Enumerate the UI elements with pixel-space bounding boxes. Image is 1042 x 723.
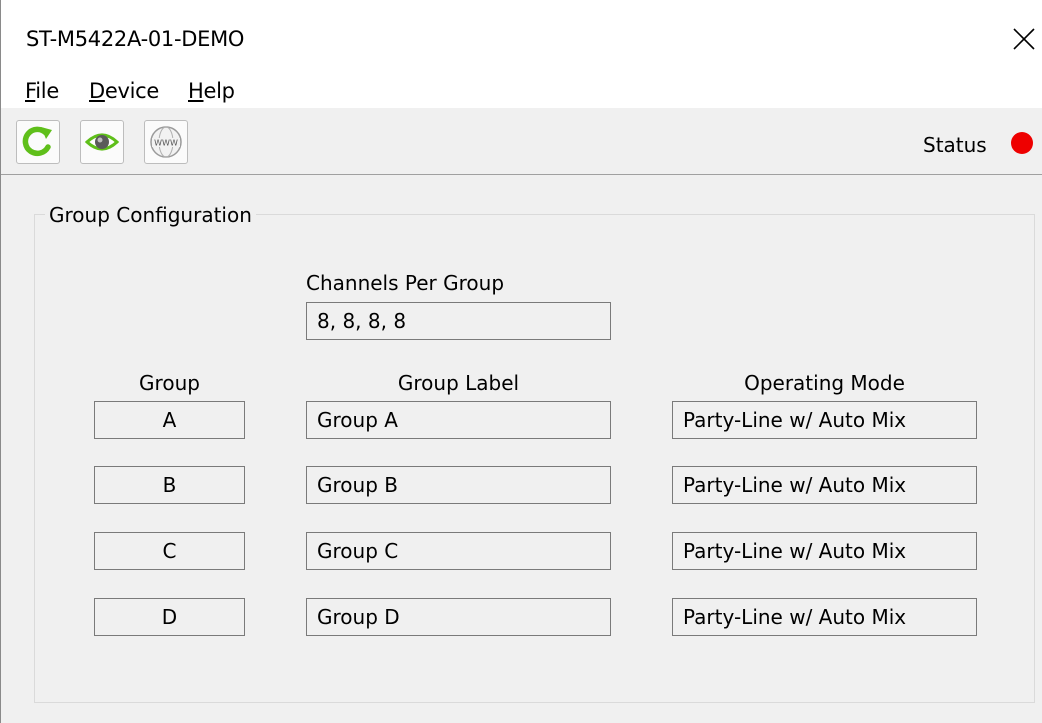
group-id-field[interactable]: D bbox=[94, 598, 245, 636]
www-icon: WWW bbox=[150, 126, 182, 158]
operating-mode-field[interactable]: Party-Line w/ Auto Mix bbox=[672, 466, 977, 504]
group-label-field[interactable]: Group A bbox=[306, 401, 611, 439]
group-id-field[interactable]: C bbox=[94, 532, 245, 570]
close-icon[interactable] bbox=[1009, 24, 1039, 54]
group-label-field[interactable]: Group B bbox=[306, 466, 611, 504]
menu-bar: File Device Help bbox=[1, 74, 1042, 108]
group-id-field[interactable]: B bbox=[94, 466, 245, 504]
status-label: Status bbox=[923, 133, 987, 157]
channels-per-group-field[interactable]: 8, 8, 8, 8 bbox=[306, 302, 611, 340]
group-label-field[interactable]: Group C bbox=[306, 532, 611, 570]
group-id-field[interactable]: A bbox=[94, 401, 245, 439]
app-window: ST-M5422A-01-DEMO File Device Help WWW S… bbox=[0, 0, 1042, 723]
operating-mode-field[interactable]: Party-Line w/ Auto Mix bbox=[672, 598, 977, 636]
operating-mode-field[interactable]: Party-Line w/ Auto Mix bbox=[672, 532, 977, 570]
window-title: ST-M5422A-01-DEMO bbox=[26, 27, 245, 51]
menu-help[interactable]: Help bbox=[188, 79, 235, 103]
eye-icon bbox=[85, 133, 119, 151]
status-indicator bbox=[1011, 132, 1033, 154]
web-button[interactable]: WWW bbox=[144, 120, 188, 164]
title-bar: ST-M5422A-01-DEMO bbox=[1, 0, 1042, 74]
menu-device[interactable]: Device bbox=[89, 79, 159, 103]
group-configuration-title: Group Configuration bbox=[45, 203, 256, 227]
svg-text:WWW: WWW bbox=[154, 139, 178, 148]
view-button[interactable] bbox=[80, 120, 124, 164]
group-column-header: Group bbox=[139, 371, 200, 395]
refresh-button[interactable] bbox=[16, 120, 60, 164]
menu-file[interactable]: File bbox=[25, 79, 59, 103]
toolbar: WWW bbox=[1, 108, 1042, 175]
group-label-column-header: Group Label bbox=[397, 371, 520, 395]
refresh-icon bbox=[22, 126, 52, 157]
channels-per-group-label: Channels Per Group bbox=[306, 271, 505, 295]
operating-mode-column-header: Operating Mode bbox=[744, 371, 905, 395]
group-label-field[interactable]: Group D bbox=[306, 598, 611, 636]
operating-mode-field[interactable]: Party-Line w/ Auto Mix bbox=[672, 401, 977, 439]
